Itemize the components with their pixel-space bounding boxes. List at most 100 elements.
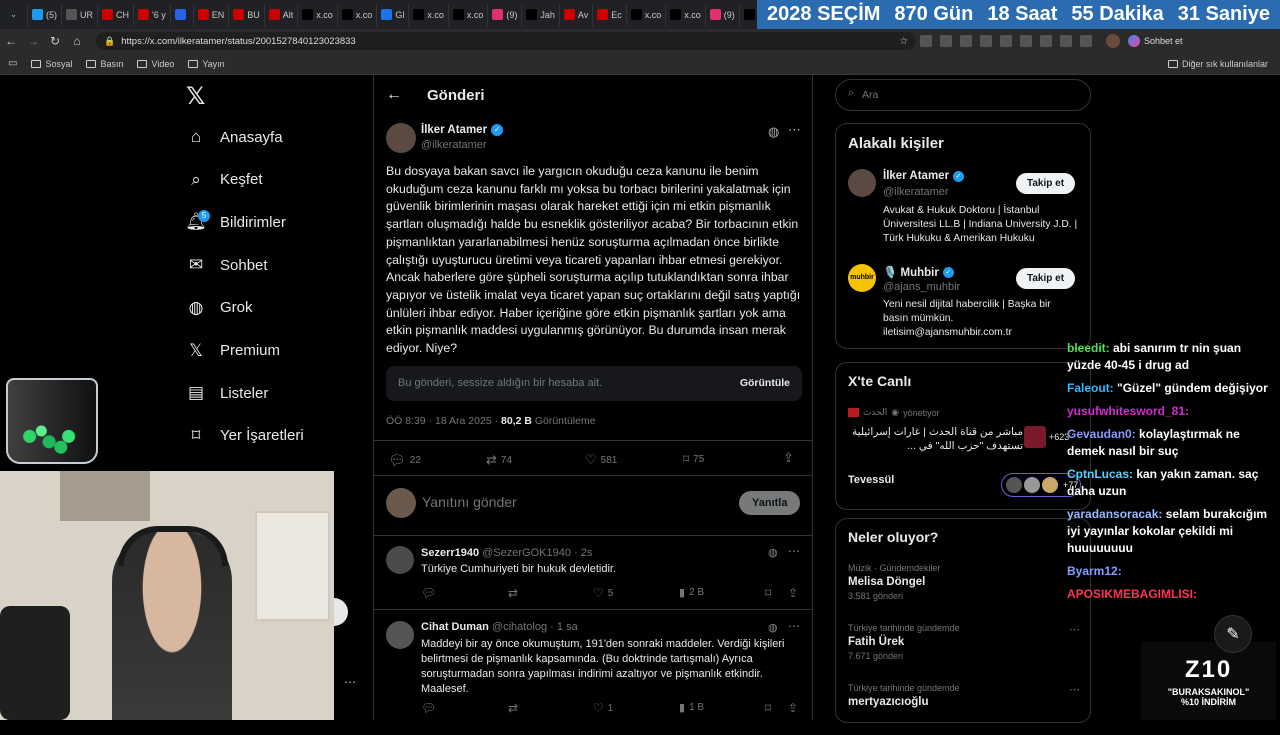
more-options-icon[interactable]: ⋯ xyxy=(788,619,800,633)
share-icon[interactable]: ⇪ xyxy=(788,701,798,715)
live-host-row[interactable]: الحدث ◉ yönetiyor xyxy=(848,407,940,418)
more-options-icon[interactable]: ⋯ xyxy=(788,122,801,138)
repost-icon[interactable]: ⇄ xyxy=(508,586,518,600)
live-name[interactable]: Tevessül xyxy=(848,474,894,486)
live-participants[interactable]: +623 xyxy=(1024,426,1069,448)
reply-author-name[interactable]: Cihat Duman xyxy=(421,621,489,633)
browser-tab[interactable]: (9) xyxy=(706,3,740,26)
extension-icon[interactable] xyxy=(940,35,952,47)
like-action[interactable]: ♡ 581 xyxy=(585,452,617,468)
reply-avatar[interactable] xyxy=(386,546,414,574)
author-avatar[interactable] xyxy=(386,123,416,153)
browser-tab[interactable]: x.co xyxy=(338,3,378,26)
browser-tab[interactable]: x.co xyxy=(666,3,706,26)
live-text[interactable]: مباشر من قناة الحدث | غارات إسرائيلية تس… xyxy=(848,425,1023,453)
browser-tab[interactable]: UR xyxy=(62,3,98,26)
muhbir-logo[interactable]: muhbir xyxy=(848,264,876,292)
bookmark-folder-video[interactable]: Video xyxy=(137,59,174,69)
like-action[interactable]: ♡ 1 xyxy=(593,701,613,715)
views-action[interactable]: ▮ 2 B xyxy=(679,586,704,599)
author-name-row[interactable]: İlker Atamer ✓ xyxy=(421,124,504,136)
extension-icon[interactable] xyxy=(920,35,932,47)
author-handle[interactable]: @ilkeratamer xyxy=(421,139,487,151)
browser-tab[interactable]: BU xyxy=(229,3,265,26)
reply-author-name[interactable]: Sezerr1940 xyxy=(421,547,479,559)
extension-icon[interactable] xyxy=(1040,35,1052,47)
back-arrow-icon[interactable]: ← xyxy=(386,86,402,104)
reply-action[interactable]: 💬︎ 22 xyxy=(388,452,421,469)
bookmark-icon[interactable]: ⌑ xyxy=(765,701,771,715)
person-handle[interactable]: @ilkeratamer xyxy=(883,186,949,198)
person-handle[interactable]: @ajans_muhbir xyxy=(883,281,960,293)
reply-author-handle[interactable]: @cihatolog xyxy=(492,621,547,633)
browser-tab[interactable]: (5) xyxy=(28,3,62,26)
bookmark-folder-sosyal[interactable]: Sosyal xyxy=(31,59,72,69)
sidebar-item-premium[interactable]: 𝕏 Premium xyxy=(186,341,280,361)
bookmark-icon[interactable]: ⌑ xyxy=(765,586,771,600)
follow-button[interactable]: Takip et xyxy=(1016,173,1076,194)
sidebar-toggle-icon[interactable]: ▭ xyxy=(8,58,17,69)
person-name-row[interactable]: İlker Atamer ✓ xyxy=(883,170,965,182)
extension-icon[interactable] xyxy=(1020,35,1032,47)
sidebar-item-yer-i-şaretleri[interactable]: ⌑ Yer İşaretleri xyxy=(186,426,304,446)
more-options-icon[interactable]: ⋯ xyxy=(788,544,800,558)
reply-icon[interactable]: 💬︎ xyxy=(421,701,436,715)
search-input[interactable]: ⌕ Ara xyxy=(835,79,1091,111)
browser-tab[interactable]: Av xyxy=(560,3,594,26)
browser-tab[interactable]: x.co xyxy=(298,3,338,26)
person-name-row[interactable]: 🎙️ Muhbir ✓ xyxy=(883,265,954,279)
follow-button[interactable]: Takip et xyxy=(1016,268,1076,289)
reply-avatar[interactable] xyxy=(386,621,414,649)
browser-tab[interactable]: x.co xyxy=(627,3,667,26)
bookmark-folder-basin[interactable]: Basın xyxy=(86,59,123,69)
reply-time[interactable]: · 1 sa xyxy=(550,621,578,633)
browser-tab[interactable]: '6 y xyxy=(134,3,171,26)
compose-fab-icon[interactable]: ✎ xyxy=(1214,615,1252,653)
sidebar-item-anasayfa[interactable]: ⌂ Anasayfa xyxy=(186,127,283,147)
chat-with-button[interactable]: Sohbet et xyxy=(1128,35,1183,47)
trend-item[interactable]: Müzik · Gündemdekiler Melisa Döngel 3.581 … xyxy=(848,563,1080,615)
post-timestamp[interactable]: ÖÖ 8:39 · 18 Ara 2025 · xyxy=(386,415,501,427)
grok-explain-icon[interactable]: ◍ xyxy=(768,621,778,634)
trend-item[interactable]: Türkiye tarihinde gündemde mertyazıcıoğlu… xyxy=(848,683,1080,735)
repost-icon[interactable]: ⇄ xyxy=(508,701,518,715)
views-action[interactable]: ▮ 1 B xyxy=(679,701,704,714)
browser-tab[interactable]: Gl xyxy=(377,3,410,26)
browser-tab[interactable]: x.co xyxy=(409,3,449,26)
x-logo[interactable]: 𝕏 xyxy=(186,82,205,111)
browser-tab[interactable]: CH xyxy=(98,3,134,26)
browser-tab[interactable]: Ec xyxy=(593,3,627,26)
reply-item[interactable]: Sezerr1940 @SezerGOK1940 · 2s ◍ ⋯ Türkiy… xyxy=(374,536,812,610)
grok-explain-icon[interactable]: ◍ xyxy=(768,124,779,140)
extension-icon[interactable] xyxy=(1060,35,1072,47)
reply-item[interactable]: Cihat Duman @cihatolog · 1 sa ◍ ⋯ Maddey… xyxy=(374,611,812,720)
reply-button[interactable]: Yanıtla xyxy=(739,491,801,515)
sidebar-item-sohbet[interactable]: ✉ Sohbet xyxy=(186,255,268,275)
extension-icon[interactable] xyxy=(1080,35,1092,47)
share-icon[interactable]: ⇪ xyxy=(788,586,798,600)
reply-input[interactable]: Yanıtını gönder xyxy=(422,494,517,510)
extension-icon[interactable] xyxy=(960,35,972,47)
forward-icon[interactable]: → xyxy=(22,34,44,48)
browser-tab[interactable]: Alt xyxy=(265,3,299,26)
reload-icon[interactable]: ↻ xyxy=(44,34,66,48)
extension-icon[interactable] xyxy=(980,35,992,47)
sidebar-item-bildirimler[interactable]: 🔔︎ 5 Bildirimler xyxy=(185,210,286,232)
browser-tab[interactable]: x.co xyxy=(449,3,489,26)
extension-icon[interactable] xyxy=(1000,35,1012,47)
view-button[interactable]: Görüntüle xyxy=(740,377,790,389)
bookmark-folder-yayin[interactable]: Yayın xyxy=(188,59,225,69)
back-icon[interactable]: ← xyxy=(0,34,22,48)
more-options-icon[interactable]: ⋯ xyxy=(1069,683,1080,696)
sidebar-item-grok[interactable]: ◍ Grok xyxy=(186,298,253,318)
sidebar-item-keşfet[interactable]: ⌕ Keşfet xyxy=(186,170,262,190)
like-action[interactable]: ♡ 5 xyxy=(593,586,613,600)
home-browser-icon[interactable]: ⌂ xyxy=(66,34,88,48)
bookmark-action[interactable]: ⌑ 75 xyxy=(683,452,704,466)
reply-icon[interactable]: 💬︎ xyxy=(421,586,436,600)
other-bookmarks[interactable]: Diğer sık kullanılanlar xyxy=(1167,59,1268,69)
grok-explain-icon[interactable]: ◍ xyxy=(768,546,778,559)
address-bar[interactable]: 🔒 https://x.com/ilkeratamer/status/20015… xyxy=(96,32,916,50)
more-options-icon[interactable]: ⋯ xyxy=(1069,623,1080,636)
browser-tab[interactable]: (9) xyxy=(488,3,523,26)
